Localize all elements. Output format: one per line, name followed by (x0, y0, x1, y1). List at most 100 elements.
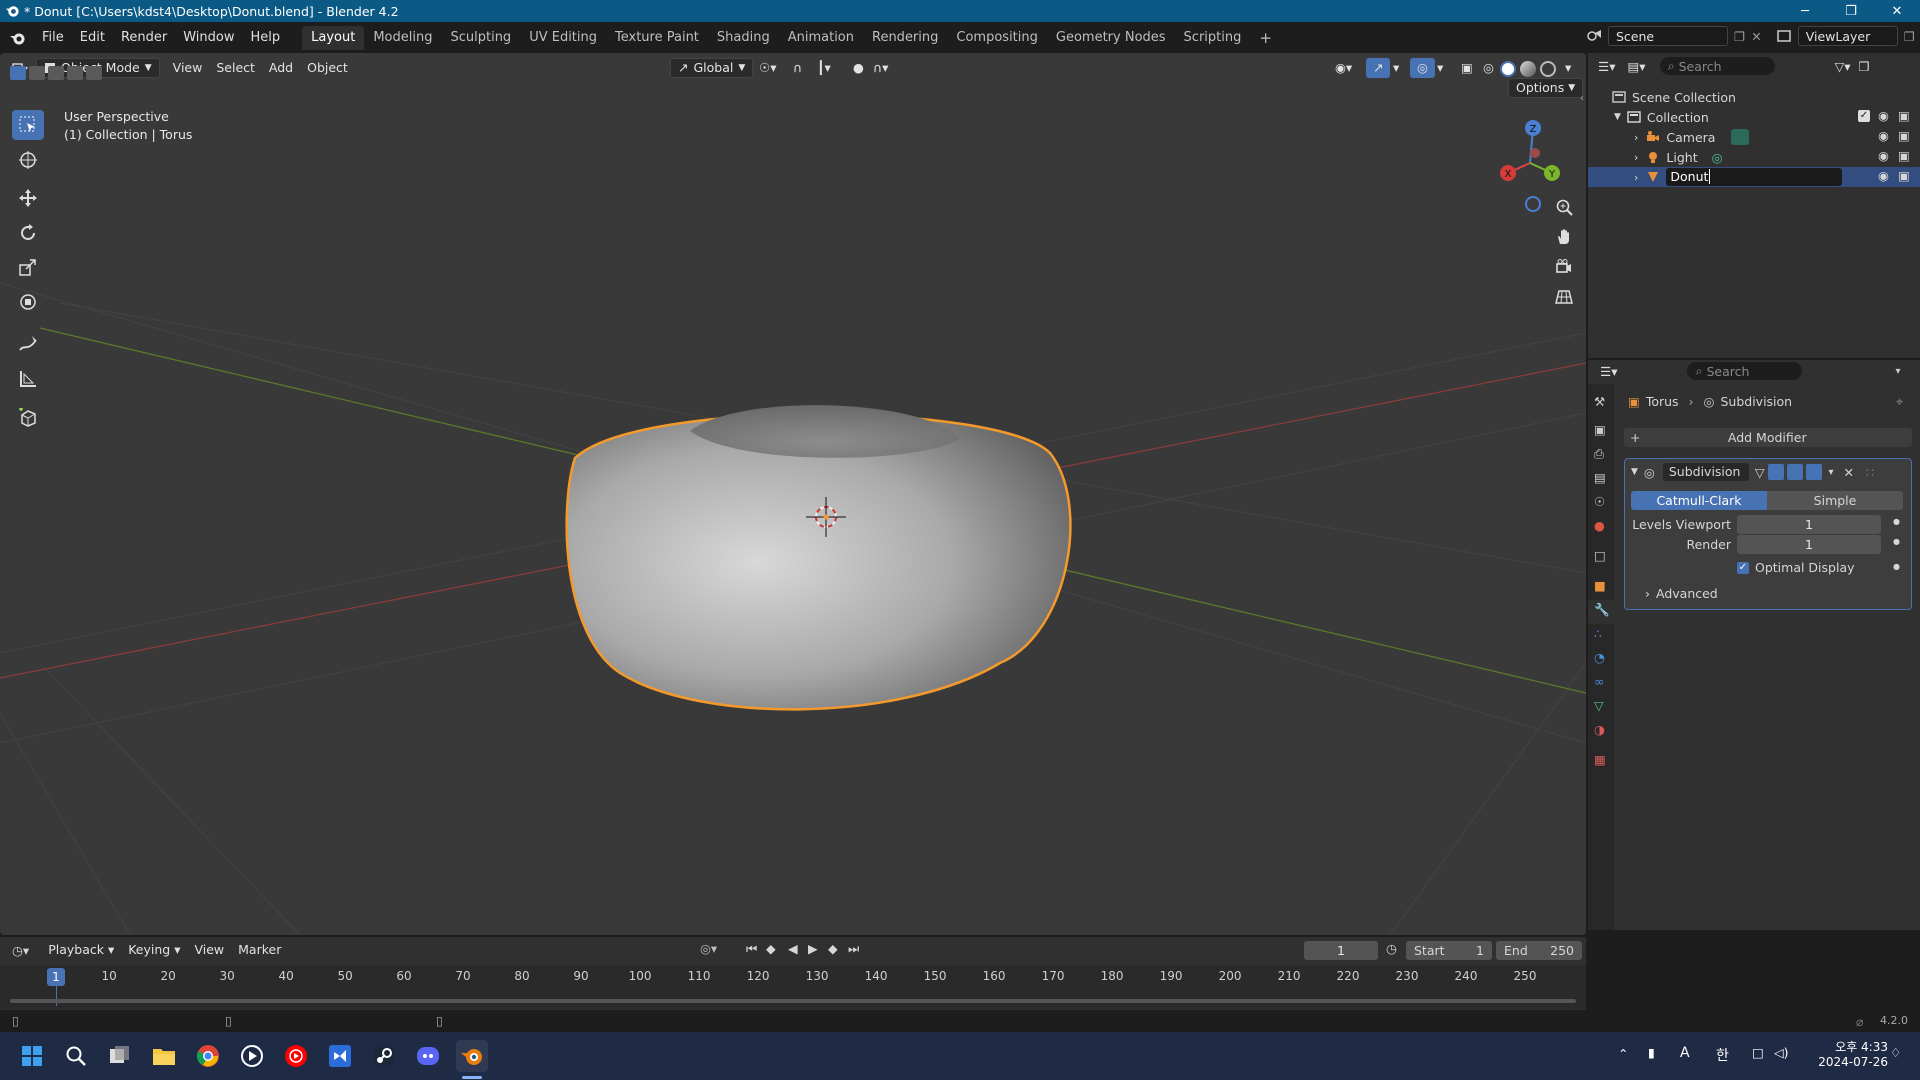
rendered-shading-icon[interactable] (1540, 61, 1556, 77)
measure-tool[interactable] (12, 364, 44, 394)
menu-timeline-view[interactable]: View (187, 940, 231, 960)
tab-rendering[interactable]: Rendering (863, 26, 947, 50)
move-tool[interactable] (12, 183, 44, 213)
tray-chevron-icon[interactable]: ⌃ (1618, 1046, 1628, 1061)
camera-view-icon[interactable] (1550, 253, 1578, 281)
select-box-tool[interactable] (12, 110, 44, 140)
gizmo-dropdown-icon[interactable]: ▾ (1386, 58, 1406, 78)
gizmo-neg-z-icon[interactable] (1525, 196, 1541, 212)
add-modifier-button[interactable]: + Add Modifier (1624, 428, 1912, 447)
expand-chevron-icon[interactable]: ▼ (1614, 112, 1621, 122)
view-layer-field[interactable]: ViewLayer (1797, 26, 1898, 46)
pivot-point-icon[interactable]: ☉▾ (752, 58, 783, 78)
menu-edit[interactable]: Edit (72, 26, 113, 50)
zoom-icon[interactable] (1550, 193, 1578, 221)
new-view-layer-icon[interactable]: ❐ (1904, 29, 1915, 44)
cursor-tool[interactable] (12, 145, 44, 175)
new-collection-icon[interactable]: ❐ (1858, 59, 1869, 74)
add-workspace-button[interactable]: + (1250, 26, 1281, 50)
levels-viewport-field[interactable]: 1 (1737, 515, 1881, 534)
texture-tab-icon[interactable]: ▦ (1594, 752, 1606, 767)
tab-sculpting[interactable]: Sculpting (441, 26, 520, 50)
pan-hand-icon[interactable] (1550, 223, 1578, 251)
microphone-icon[interactable]: ▮ (1648, 1045, 1655, 1060)
menu-help[interactable]: Help (243, 26, 289, 50)
outliner-item-light[interactable]: › Light ◎ ◉ ▣ (1588, 147, 1920, 167)
timeline-editor-type-icon[interactable]: ◷▾ (12, 943, 29, 958)
particles-tab-icon[interactable]: ∴ (1594, 626, 1602, 641)
constraints-tab-icon[interactable]: ∞ (1594, 674, 1604, 689)
menu-keying[interactable]: Keying ▾ (121, 940, 187, 960)
keyframe-dot-icon[interactable]: ● (1893, 562, 1900, 571)
snap-target-icon[interactable]: ┃▾ (810, 58, 838, 78)
visual-studio-icon[interactable] (324, 1040, 356, 1072)
outliner-scene-collection[interactable]: Scene Collection (1588, 87, 1920, 107)
select-subtract-icon[interactable] (48, 66, 64, 80)
hangul-indicator[interactable]: 한 (1716, 1045, 1729, 1065)
tab-layout[interactable]: Layout (302, 25, 365, 50)
chrome-icon[interactable] (192, 1040, 224, 1072)
outliner-editor-type-icon[interactable]: ☰▾ (1598, 59, 1615, 74)
menu-add[interactable]: Add (262, 58, 300, 78)
pin-icon[interactable]: ⌖ (1896, 394, 1903, 410)
restore-button[interactable]: ❐ (1828, 0, 1874, 22)
keyframe-dot-icon[interactable]: ● (1893, 537, 1900, 546)
drag-handle-icon[interactable]: ∷ (1866, 465, 1874, 480)
prev-keyframe-icon[interactable]: ◆ (766, 941, 776, 956)
steam-icon[interactable] (368, 1040, 400, 1072)
collection-camera-icon[interactable]: ▣ (1898, 108, 1910, 123)
menu-file[interactable]: File (34, 26, 72, 50)
properties-search-input[interactable]: ⌕ Search (1687, 362, 1803, 380)
new-scene-icon[interactable]: ❐ (1734, 29, 1745, 44)
output-tab-icon[interactable]: ⎙ (1594, 446, 1604, 462)
jump-start-icon[interactable]: ⏮ (746, 941, 757, 957)
sidebar-toggle-icon[interactable]: ‹ (1580, 93, 1584, 104)
menu-playback[interactable]: Playback ▾ (41, 940, 121, 960)
render-levels-field[interactable]: 1 (1737, 535, 1881, 554)
modifier-tab-icon[interactable]: 🔧 (1594, 602, 1610, 618)
properties-options-icon[interactable]: ▾ (1895, 366, 1900, 377)
modifier-menu-icon[interactable]: ▾ (1828, 467, 1833, 478)
render-toggle-icon[interactable] (1806, 464, 1823, 480)
checkbox-checked-icon[interactable]: ✓ (1737, 561, 1749, 574)
play-reverse-icon[interactable]: ◀ (788, 941, 798, 956)
play-icon[interactable]: ▶ (808, 941, 818, 956)
shading-dropdown-icon[interactable]: ▾ (1558, 58, 1578, 78)
3d-viewport[interactable]: Object Mode ▼ View Select Add Object ↗ G… (0, 53, 1586, 935)
cage-toggle-icon[interactable] (1768, 464, 1785, 480)
ortho-grid-icon[interactable] (1550, 283, 1578, 311)
donut-object[interactable] (565, 405, 1072, 711)
select-intersect-icon[interactable] (86, 66, 102, 80)
scene-tab-icon[interactable]: ☉ (1594, 494, 1605, 509)
tab-geometry-nodes[interactable]: Geometry Nodes (1047, 26, 1175, 50)
tab-compositing[interactable]: Compositing (947, 26, 1047, 50)
menu-marker[interactable]: Marker (231, 940, 288, 960)
world-tab-icon[interactable]: ● (1594, 518, 1605, 533)
material-tab-icon[interactable]: ◑ (1594, 722, 1605, 737)
tab-scripting[interactable]: Scripting (1175, 26, 1251, 50)
discord-icon[interactable] (412, 1040, 444, 1072)
light-render-icon[interactable]: ▣ (1898, 148, 1910, 163)
tab-texture-paint[interactable]: Texture Paint (606, 26, 708, 50)
start-frame-field[interactable]: Start 1 (1406, 941, 1492, 960)
donut-render-icon[interactable]: ▣ (1898, 168, 1910, 183)
next-keyframe-icon[interactable]: ◆ (828, 941, 838, 956)
options-dropdown[interactable]: Options ▼ (1508, 78, 1584, 98)
close-window-button[interactable]: ✕ (1874, 0, 1920, 22)
overlays-dropdown-icon[interactable]: ▾ (1430, 58, 1450, 78)
clock[interactable]: 오후 4:33 2024-07-26 (1808, 1038, 1888, 1069)
camera-render-icon[interactable]: ▣ (1898, 128, 1910, 143)
current-frame-field[interactable]: 1 (1304, 941, 1378, 960)
delete-scene-icon[interactable]: ✕ (1751, 29, 1761, 44)
ime-indicator[interactable]: A (1680, 1045, 1690, 1061)
file-explorer-icon[interactable] (148, 1040, 180, 1072)
camera-data-icon[interactable] (1731, 129, 1750, 145)
modifier-name-field[interactable]: Subdivision (1662, 463, 1749, 481)
tab-uv-editing[interactable]: UV Editing (520, 26, 606, 50)
menu-select[interactable]: Select (209, 58, 262, 78)
timeline-scrollbar[interactable] (10, 999, 1576, 1003)
media-player-icon[interactable] (236, 1040, 268, 1072)
collapse-chevron-icon[interactable]: ▼ (1631, 467, 1638, 477)
volume-icon[interactable]: ◁) (1774, 1045, 1789, 1060)
network-tray-icon[interactable]: □ (1752, 1045, 1764, 1060)
